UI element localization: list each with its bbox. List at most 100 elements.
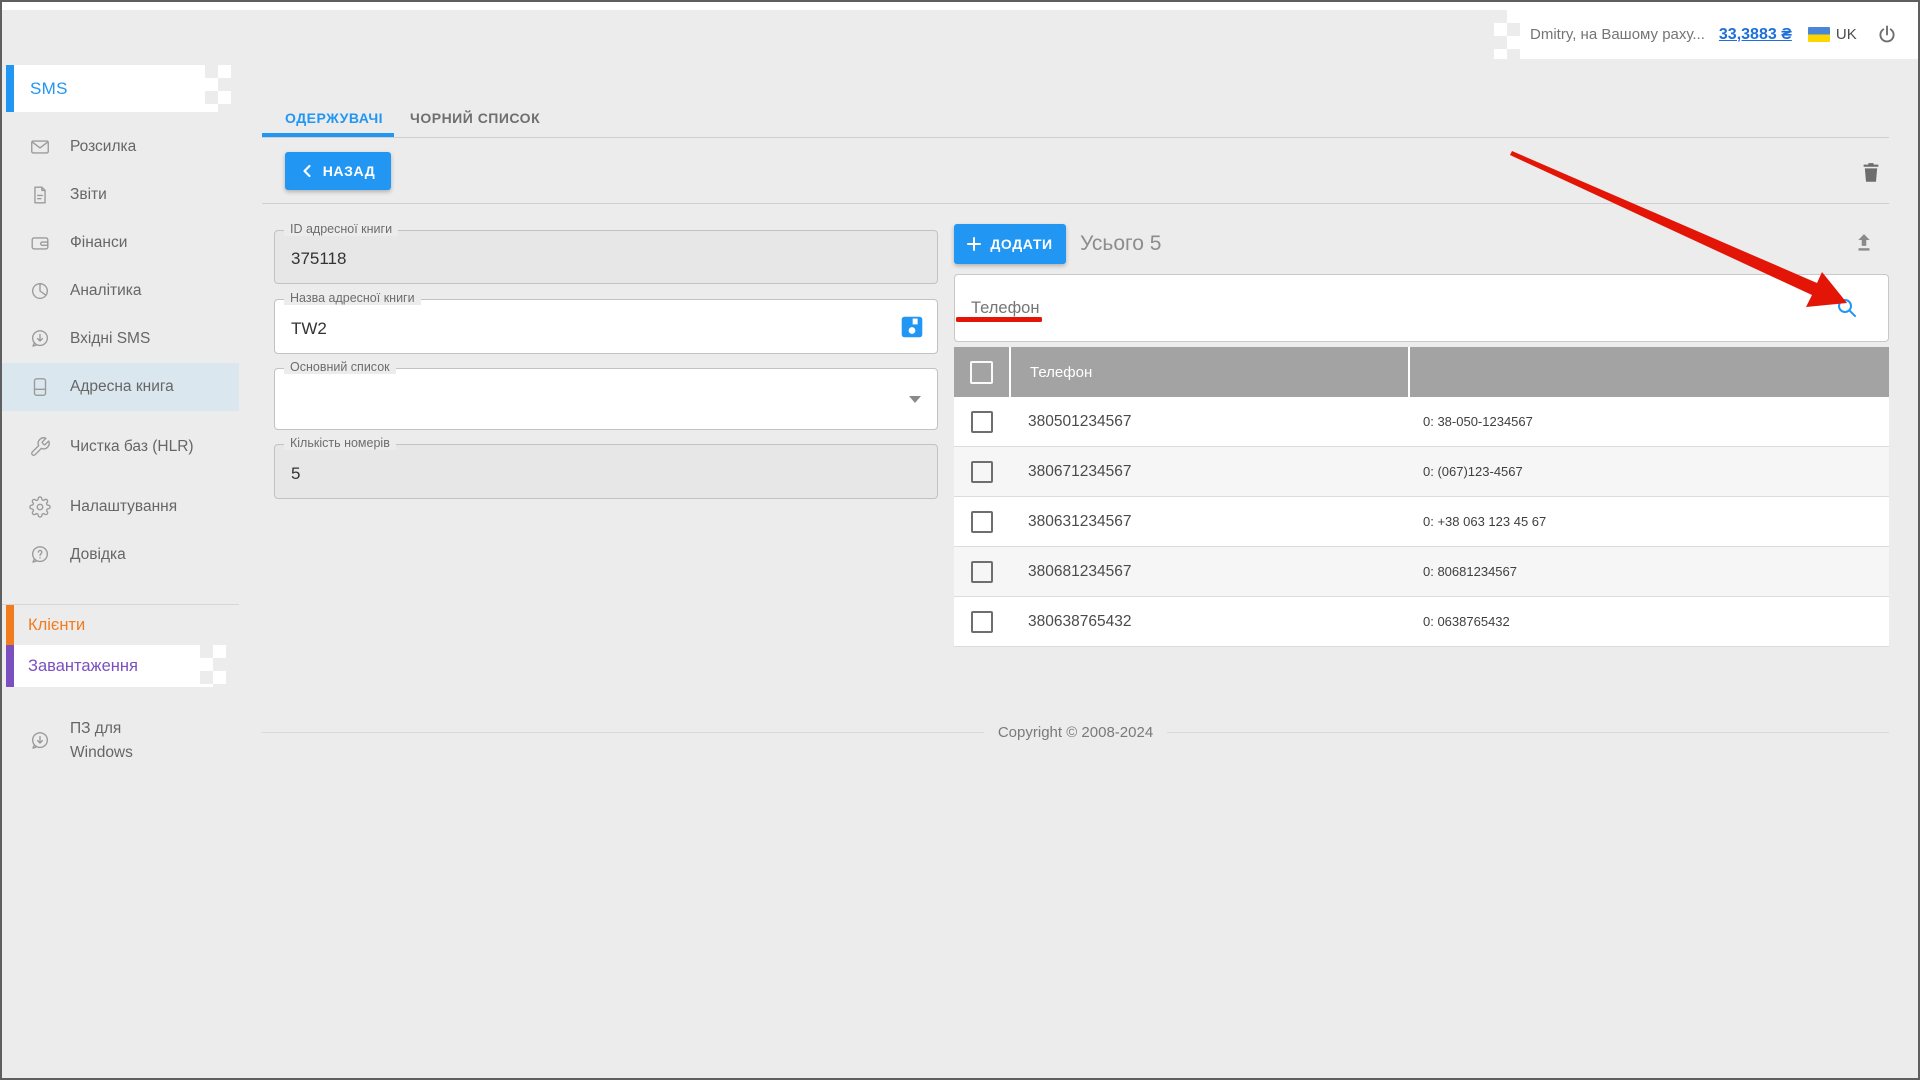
phone-column-header: Телефон xyxy=(1009,347,1408,397)
sidebar-section-downloads[interactable]: Завантаження xyxy=(28,645,138,687)
logout-power-button[interactable] xyxy=(1875,23,1899,47)
sidebar-item-label: Розсилка xyxy=(70,135,202,159)
sidebar-item-pz-windows[interactable]: ПЗ для Windows xyxy=(2,705,239,777)
sidebar-item-zvity[interactable]: Звіти xyxy=(2,171,239,219)
downloads-band-checker-decoration xyxy=(200,645,226,687)
upload-numbers-button[interactable] xyxy=(1851,230,1877,256)
note-cell: 0: 80681234567 xyxy=(1408,564,1889,579)
delete-book-button[interactable] xyxy=(1858,159,1884,185)
table-row: 380501234567 0: 38-050-1234567 xyxy=(954,397,1889,447)
note-cell: 0: (067)123-4567 xyxy=(1408,464,1889,479)
row-checkbox[interactable] xyxy=(971,461,993,483)
add-recipient-button[interactable]: ДОДАТИ xyxy=(954,224,1066,264)
row-checkbox[interactable] xyxy=(971,561,993,583)
sidebar-item-analityka[interactable]: Аналітика xyxy=(2,267,239,315)
sidebar-item-rozsylka[interactable]: Розсилка xyxy=(2,123,239,171)
sidebar-item-vhidni-sms[interactable]: Вхідні SMS xyxy=(2,315,239,363)
table-row: 380681234567 0: 80681234567 xyxy=(954,547,1889,597)
numbers-count-field: Кількість номерів 5 xyxy=(274,444,938,499)
downloads-accent-bar xyxy=(6,645,14,687)
sidebar-item-label: Фінанси xyxy=(70,231,202,255)
chevron-left-icon xyxy=(301,164,313,178)
phone-cell: 380681234567 xyxy=(1009,563,1408,581)
book-id-label: ID адресної книги xyxy=(284,222,398,236)
sidebar-item-finansy[interactable]: Фінанси xyxy=(2,219,239,267)
search-icon xyxy=(1835,296,1859,320)
numbers-count-value: 5 xyxy=(291,464,300,484)
add-button-label: ДОДАТИ xyxy=(990,236,1052,252)
pie-chart-icon xyxy=(29,280,51,302)
help-icon xyxy=(29,544,51,566)
plus-icon xyxy=(967,237,981,251)
row-checkbox[interactable] xyxy=(971,511,993,533)
table-row: 380671234567 0: (067)123-4567 xyxy=(954,447,1889,497)
book-name-label: Назва адресної книги xyxy=(284,291,421,305)
trash-icon xyxy=(1858,159,1884,185)
save-book-name-button[interactable] xyxy=(899,314,925,340)
sidebar-item-label: Довідка xyxy=(70,543,202,567)
sidebar-item-label: Звіти xyxy=(70,183,202,207)
tab-recipients[interactable]: ОДЕРЖУВАЧІ xyxy=(285,99,383,137)
main-list-label: Основний список xyxy=(284,360,396,374)
wallet-icon xyxy=(29,232,51,254)
book-name-value[interactable]: TW2 xyxy=(291,319,327,339)
phone-cell: 380671234567 xyxy=(1009,463,1408,481)
search-input[interactable] xyxy=(954,274,1889,342)
copyright-text: Copyright © 2008-2024 xyxy=(998,724,1153,741)
book-id-value: 375118 xyxy=(291,249,346,269)
search-box xyxy=(954,274,1889,342)
select-all-checkbox[interactable] xyxy=(970,361,993,384)
note-cell: 0: 0638765432 xyxy=(1408,614,1889,629)
sidebar-item-dovidka[interactable]: Довідка xyxy=(2,531,239,579)
numbers-count-label: Кількість номерів xyxy=(284,436,396,450)
sidebar-item-chystka-baz[interactable]: Чистка баз (HLR) xyxy=(2,411,239,483)
toolbar-divider xyxy=(262,203,1889,204)
book-id-field: ID адресної книги 375118 xyxy=(274,230,938,284)
clients-accent-bar xyxy=(6,605,14,645)
note-cell: 0: 38-050-1234567 xyxy=(1408,414,1889,429)
sidebar-section-clients[interactable]: Клієнти xyxy=(28,605,85,645)
tabs-divider xyxy=(262,137,1889,138)
tab-blacklist[interactable]: ЧОРНИЙ СПИСОК xyxy=(410,99,540,137)
main-list-select[interactable]: Основний список xyxy=(274,368,938,430)
chevron-down-icon[interactable] xyxy=(909,396,921,403)
header-checker-decoration xyxy=(1494,10,1520,59)
wrench-icon xyxy=(29,436,51,458)
back-button-label: НАЗАД xyxy=(323,163,376,179)
upload-icon xyxy=(1851,230,1877,256)
phone-cell: 380501234567 xyxy=(1009,413,1408,431)
phone-cell: 380631234567 xyxy=(1009,513,1408,531)
sidebar-item-label: ПЗ для Windows xyxy=(70,717,165,765)
gear-icon xyxy=(29,496,51,518)
sidebar-section-sms[interactable]: SMS xyxy=(30,65,68,112)
incoming-sms-icon xyxy=(29,328,51,350)
recipients-table: Телефон 380501234567 0: 38-050-1234567 3… xyxy=(954,347,1889,647)
note-column-header xyxy=(1408,347,1889,397)
download-icon xyxy=(29,730,51,752)
top-strip xyxy=(2,2,1918,10)
address-book-icon xyxy=(29,376,51,398)
table-header-row: Телефон xyxy=(954,347,1889,397)
sidebar-item-label: Аналітика xyxy=(70,279,202,303)
row-checkbox[interactable] xyxy=(971,411,993,433)
save-icon xyxy=(899,314,925,340)
user-greeting: Dmitry, на Вашому раху... xyxy=(1530,26,1705,43)
footer: Copyright © 2008-2024 xyxy=(262,724,1889,741)
ukraine-flag-icon xyxy=(1808,27,1830,42)
book-name-field[interactable]: Назва адресної книги TW2 xyxy=(274,299,938,354)
row-checkbox[interactable] xyxy=(971,611,993,633)
header-row: Dmitry, на Вашому раху... 33,3883 ₴ UK xyxy=(1530,10,1910,59)
report-icon xyxy=(29,184,51,206)
back-button[interactable]: НАЗАД xyxy=(285,152,391,190)
balance-link[interactable]: 33,3883 ₴ xyxy=(1719,26,1792,44)
sidebar-item-nalashtuvannya[interactable]: Налаштування xyxy=(2,483,239,531)
sidebar-item-label: Вхідні SMS xyxy=(70,327,202,351)
search-button[interactable] xyxy=(1835,296,1859,320)
mail-icon xyxy=(29,136,51,158)
table-row: 380631234567 0: +38 063 123 45 67 xyxy=(954,497,1889,547)
total-count-label: Усього 5 xyxy=(1080,224,1161,264)
sms-band-checker-decoration xyxy=(205,65,231,112)
language-selector[interactable]: UK xyxy=(1836,26,1857,43)
sidebar-item-adresna-knyha[interactable]: Адресна книга xyxy=(2,363,239,411)
sidebar-item-label: Чистка баз (HLR) xyxy=(70,435,202,459)
